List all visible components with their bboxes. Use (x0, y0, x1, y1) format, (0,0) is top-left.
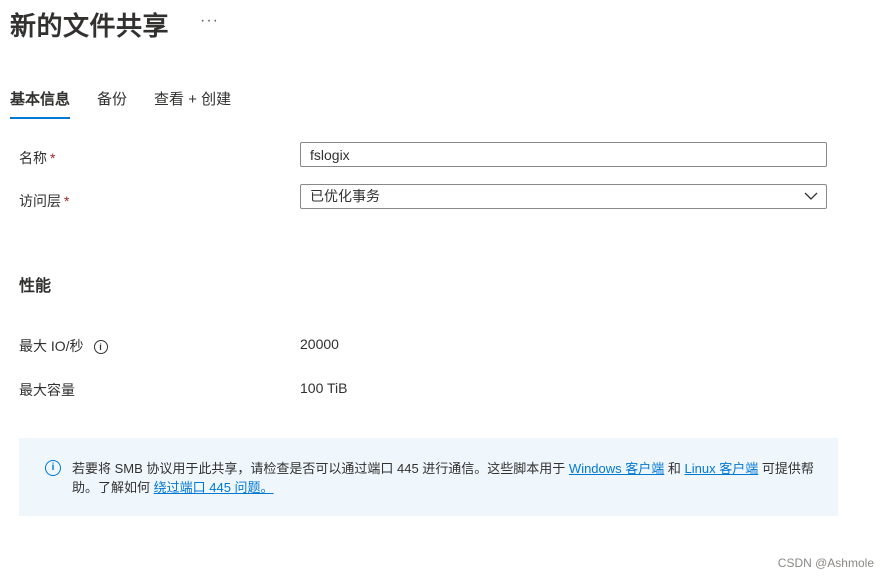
max-io-label: 最大 IO/秒 i (19, 336, 108, 356)
linux-client-link[interactable]: Linux 客户端 (685, 461, 759, 476)
info-banner: i 若要将 SMB 协议用于此共享，请检查是否可以通过端口 445 进行通信。这… (19, 438, 838, 516)
tab-backup[interactable]: 备份 (97, 88, 127, 119)
page-title: 新的文件共享 (10, 11, 170, 41)
more-options-button[interactable]: ··· (200, 12, 219, 30)
chevron-down-icon (804, 192, 818, 200)
bypass-port-445-link[interactable]: 绕过端口 445 问题。 (154, 480, 274, 495)
info-icon[interactable]: i (93, 340, 108, 354)
access-tier-value: 已优化事务 (310, 188, 380, 204)
required-marker: * (64, 193, 70, 209)
performance-section-title: 性能 (19, 278, 52, 295)
required-marker: * (50, 150, 56, 166)
max-capacity-label: 最大容量 (19, 382, 75, 398)
windows-client-link[interactable]: Windows 客户端 (569, 461, 664, 476)
name-input[interactable] (300, 142, 827, 167)
access-tier-label: 访问层 * (19, 193, 70, 209)
tab-review-create[interactable]: 查看 + 创建 (154, 88, 231, 119)
info-icon: i (45, 460, 61, 476)
watermark: CSDN @Ashmole (777, 556, 874, 570)
max-io-value: 20000 (300, 336, 339, 352)
name-label: 名称 * (19, 150, 56, 166)
tab-basics[interactable]: 基本信息 (10, 88, 71, 119)
max-capacity-value: 100 TiB (300, 380, 348, 396)
info-banner-text: 若要将 SMB 协议用于此共享，请检查是否可以通过端口 445 进行通信。这些脚… (72, 461, 814, 495)
tab-bar: 基本信息 备份 查看 + 创建 (10, 88, 258, 119)
access-tier-dropdown[interactable]: 已优化事务 (300, 184, 827, 209)
